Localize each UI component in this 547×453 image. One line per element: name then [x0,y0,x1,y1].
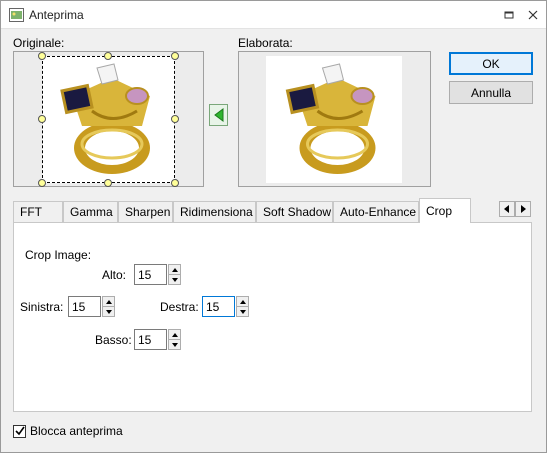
tab-soft-shadow[interactable]: Soft Shadow [256,201,333,222]
processed-label: Elaborata: [238,36,293,50]
alto-spinner[interactable] [168,264,181,285]
chevron-left-icon [504,205,509,213]
tab-crop[interactable]: Crop [419,198,471,223]
crop-handle[interactable] [171,179,179,187]
tab-sharpen[interactable]: Sharpen [118,201,173,222]
crop-handle[interactable] [104,179,112,187]
destra-label: Destra: [160,300,199,314]
crop-handle[interactable] [171,115,179,123]
crop-handle[interactable] [38,179,46,187]
spin-down-icon[interactable] [102,307,115,317]
spin-up-icon[interactable] [102,296,115,307]
sinistra-label: Sinistra: [20,300,64,314]
checkmark-icon [14,426,25,436]
ring-image [285,63,376,174]
cancel-button[interactable]: Annulla [449,81,533,104]
tab-auto-enhance[interactable]: Auto-Enhance [333,201,419,222]
chevron-right-icon [521,205,526,213]
processed-image [266,56,402,183]
minimize-button[interactable] [499,5,519,25]
close-button[interactable] [523,5,543,25]
alto-input[interactable] [134,264,167,285]
crop-heading: Crop Image: [25,248,92,262]
apply-preview-button[interactable] [209,104,228,126]
spin-down-icon[interactable] [236,307,249,317]
tab-gamma[interactable]: Gamma [63,201,118,222]
minimize-icon [504,11,514,19]
crop-handle[interactable] [38,52,46,60]
alto-label: Alto: [102,268,127,282]
spin-up-icon[interactable] [236,296,249,307]
sinistra-input[interactable] [68,296,101,317]
arrow-left-icon [213,108,223,122]
spin-up-icon[interactable] [168,329,181,340]
destra-input[interactable] [202,296,235,317]
app-icon [9,8,24,22]
sinistra-spinner[interactable] [102,296,115,317]
basso-label: Basso: [95,333,132,347]
crop-handle[interactable] [104,52,112,60]
tab-scroll-buttons [499,201,531,217]
ok-button[interactable]: OK [449,52,533,75]
crop-handle[interactable] [171,52,179,60]
destra-spinner[interactable] [236,296,249,317]
crop-handle[interactable] [38,115,46,123]
crop-selection[interactable] [42,56,175,183]
window-title: Anteprima [29,8,84,22]
tab-scroll-left-button[interactable] [499,201,515,217]
lock-preview-row[interactable]: Blocca anteprima [13,424,123,438]
basso-input[interactable] [134,329,167,350]
basso-spinner[interactable] [168,329,181,350]
preview-dialog: Anteprima Originale: Elaborata: OK Annul… [0,0,547,453]
crop-panel: Crop Image: Alto: Sinistra: Destra: Bass… [13,222,532,412]
tab-scroll-right-button[interactable] [515,201,531,217]
spin-down-icon[interactable] [168,275,181,285]
original-label: Originale: [13,36,65,50]
lock-preview-checkbox[interactable] [13,424,26,438]
lock-preview-label: Blocca anteprima [30,424,123,438]
title-bar: Anteprima [1,1,546,29]
tab-ridimensiona[interactable]: Ridimensiona [173,201,256,222]
spin-down-icon[interactable] [168,340,181,350]
close-icon [528,10,538,20]
tab-fft[interactable]: FFT [13,201,63,222]
spin-up-icon[interactable] [168,264,181,275]
original-preview [13,51,204,187]
processed-preview [238,51,431,187]
